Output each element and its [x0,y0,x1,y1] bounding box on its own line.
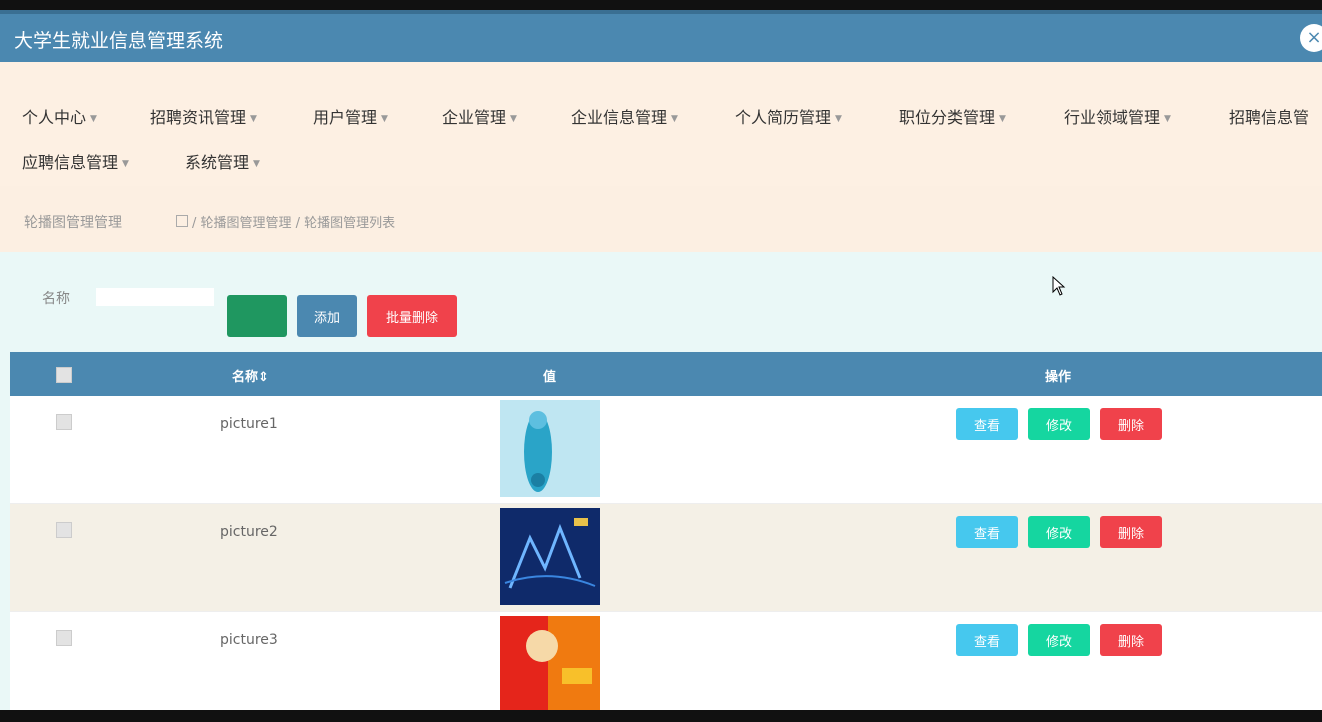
nav-item-job-category[interactable]: 职位分类管理 ▼ [899,104,1006,128]
header-value: 值 [543,370,557,385]
nav-label: 个人简历管理 [735,108,832,127]
row-name: picture1 [220,416,278,432]
breadcrumb: 轮播图管理管理 / 轮播图管理管理 / 轮播图管理列表 [0,186,1322,252]
thumbnail-image-2 [500,508,600,605]
caret-down-icon: ▼ [381,113,388,124]
nav-item-resume[interactable]: 个人简历管理 ▼ [735,104,842,128]
row-image [500,508,600,605]
app-window: 大学生就业信息管理系统 × 个人中心 ▼ 招聘资讯管理 ▼ 用户管理 ▼ 企业管理 ▼ … [0,10,1322,710]
nav-label: 用户管理 [313,108,378,127]
add-button[interactable]: 添加 [297,295,357,337]
view-button[interactable]: 查看 [956,408,1018,440]
header-name-label: 名称 [232,370,259,385]
thumbnail-image-1 [500,400,600,497]
caret-down-icon: ▼ [122,158,129,169]
table-row: picture1 查看 修改 删除 [10,396,1322,504]
select-all-checkbox[interactable] [56,367,72,383]
main-content: 名称 添加 批量删除 名称⇕ 值 操作 picture1 查看 修改 删除 pi… [0,252,1322,710]
search-input[interactable] [96,288,214,306]
view-button[interactable]: 查看 [956,624,1018,656]
nav-item-industry[interactable]: 行业领域管理 ▼ [1064,104,1171,128]
thumbnail-image-3 [500,616,600,710]
edit-button[interactable]: 修改 [1028,408,1090,440]
nav-label: 系统管理 [185,153,250,172]
row-checkbox[interactable] [56,630,72,646]
table-header: 名称⇕ 值 操作 [10,352,1322,396]
nav-item-recruit-info[interactable]: 招聘信息管 [1229,104,1309,128]
edit-button[interactable]: 修改 [1028,516,1090,548]
caret-down-icon: ▼ [671,113,678,124]
nav-label: 企业信息管理 [571,108,668,127]
nav-label: 个人中心 [22,108,87,127]
breadcrumb-text: / 轮播图管理管理 / 轮播图管理列表 [192,216,396,231]
row-name: picture3 [220,632,278,648]
nav-item-personal-center[interactable]: 个人中心 ▼ [22,104,97,128]
nav-item-system[interactable]: 系统管理 ▼ [185,149,260,173]
caret-down-icon: ▼ [250,113,257,124]
caret-down-icon: ▼ [835,113,842,124]
mouse-cursor-icon [1052,276,1066,296]
row-checkbox[interactable] [56,414,72,430]
caret-down-icon: ▼ [1164,113,1171,124]
batch-delete-button[interactable]: 批量删除 [367,295,457,337]
header-name[interactable]: 名称⇕ [232,366,269,385]
delete-button[interactable]: 删除 [1100,516,1162,548]
nav-item-company-mgmt[interactable]: 企业管理 ▼ [442,104,517,128]
nav-label: 应聘信息管理 [22,153,119,172]
caret-down-icon: ▼ [90,113,97,124]
close-icon[interactable]: × [1300,24,1322,52]
nav-item-application[interactable]: 应聘信息管理 ▼ [22,149,129,173]
page-title: 轮播图管理管理 [24,215,122,231]
caret-down-icon: ▼ [510,113,517,124]
breadcrumb-path[interactable]: / 轮播图管理管理 / 轮播图管理列表 [176,212,395,231]
nav-label: 招聘资讯管理 [150,108,247,127]
nav-item-user-mgmt[interactable]: 用户管理 ▼ [313,104,388,128]
search-button[interactable] [227,295,287,337]
row-name: picture2 [220,524,278,540]
view-button[interactable]: 查看 [956,516,1018,548]
search-label: 名称 [42,291,70,307]
title-bar: 大学生就业信息管理系统 × [0,10,1322,62]
table-row: picture2 查看 修改 删除 [10,504,1322,612]
row-checkbox[interactable] [56,522,72,538]
caret-down-icon: ▼ [253,158,260,169]
data-table: 名称⇕ 值 操作 picture1 查看 修改 删除 picture2 查看 修… [10,352,1322,710]
delete-button[interactable]: 删除 [1100,624,1162,656]
home-icon [176,215,188,227]
caret-down-icon: ▼ [999,113,1006,124]
nav-label: 招聘信息管 [1229,108,1310,127]
header-actions: 操作 [1045,370,1072,385]
nav-item-recruit-news[interactable]: 招聘资讯管理 ▼ [150,104,257,128]
app-title: 大学生就业信息管理系统 [14,30,224,52]
nav-item-company-info[interactable]: 企业信息管理 ▼ [571,104,678,128]
row-image [500,400,600,497]
nav-label: 职位分类管理 [899,108,996,127]
table-row: picture3 查看 修改 删除 [10,612,1322,710]
row-image [500,616,600,710]
top-nav: 个人中心 ▼ 招聘资讯管理 ▼ 用户管理 ▼ 企业管理 ▼ 企业信息管理 ▼ 个人简历管理… [0,62,1322,186]
edit-button[interactable]: 修改 [1028,624,1090,656]
nav-label: 企业管理 [442,108,507,127]
nav-label: 行业领域管理 [1064,108,1161,127]
delete-button[interactable]: 删除 [1100,408,1162,440]
